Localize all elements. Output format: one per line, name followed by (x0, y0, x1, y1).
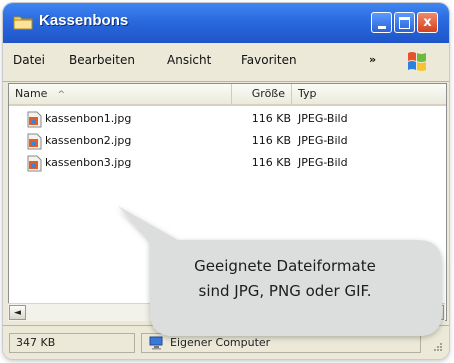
callout-line-2: sind JPG, PNG oder GIF. (198, 282, 372, 300)
callout-bubble (118, 206, 442, 336)
callout-text: Geeignete Dateiformate sind JPG, PNG ode… (158, 254, 412, 304)
callout-line-1: Geeignete Dateiformate (194, 257, 376, 275)
